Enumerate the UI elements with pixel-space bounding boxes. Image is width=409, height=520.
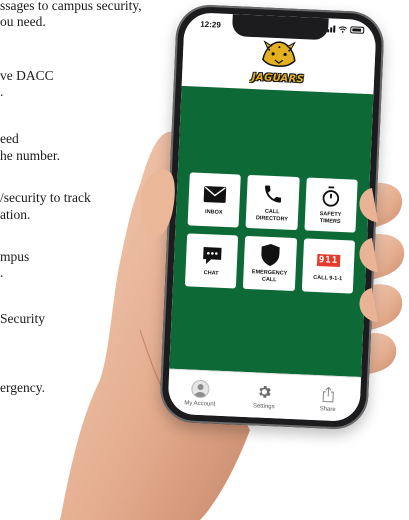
phone-frame: 12:29 JAGUARS INBOX CALL DIRECTORY SAFET… bbox=[158, 3, 386, 431]
tab-label: My Account bbox=[184, 399, 216, 408]
chat-button[interactable]: CHAT bbox=[184, 233, 239, 289]
call-911-button[interactable]: 911 CALL 9-1-1 bbox=[301, 238, 356, 294]
tab-settings[interactable]: Settings bbox=[239, 381, 290, 410]
chat-bubble-icon bbox=[198, 244, 225, 267]
phone-icon bbox=[260, 183, 287, 206]
phone-notch bbox=[231, 14, 329, 41]
911-digits: 911 bbox=[316, 254, 341, 268]
inbox-button[interactable]: INBOX bbox=[187, 172, 242, 228]
safety-timers-button[interactable]: SAFETY TIMERS bbox=[304, 177, 358, 233]
tab-share[interactable]: Share bbox=[303, 384, 354, 413]
status-icons bbox=[324, 25, 365, 34]
safety-timers-label: SAFETY TIMERS bbox=[319, 211, 342, 225]
security-badge-icon bbox=[257, 244, 284, 267]
tab-my-account[interactable]: My Account bbox=[175, 378, 226, 407]
tab-label: Share bbox=[319, 405, 336, 413]
tab-label: Settings bbox=[252, 402, 275, 410]
911-icon: 911 bbox=[315, 249, 342, 272]
phone-screen: 12:29 JAGUARS INBOX CALL DIRECTORY SAFET… bbox=[167, 12, 377, 422]
call-directory-label: CALL DIRECTORY bbox=[255, 208, 289, 223]
avatar-icon bbox=[191, 379, 210, 398]
envelope-icon bbox=[201, 183, 228, 206]
tab-bar: My Account Settings Share bbox=[167, 368, 362, 422]
app-header: JAGUARS bbox=[181, 33, 376, 95]
emergency-call-button[interactable]: EMERGENCY CALL bbox=[243, 235, 297, 292]
wifi-icon bbox=[338, 26, 348, 33]
stopwatch-icon bbox=[318, 185, 345, 208]
battery-icon bbox=[350, 26, 365, 34]
status-time: 12:29 bbox=[200, 19, 221, 30]
call-911-label: CALL 9-1-1 bbox=[313, 275, 343, 283]
gear-icon bbox=[259, 385, 271, 398]
share-icon bbox=[322, 386, 334, 402]
chat-label: CHAT bbox=[203, 270, 219, 278]
inbox-label: INBOX bbox=[204, 209, 223, 217]
emergency-call-label: EMERGENCY CALL bbox=[251, 269, 288, 283]
logo-text: JAGUARS bbox=[251, 72, 305, 86]
tile-grid: INBOX CALL DIRECTORY SAFETY TIMERS CHAT bbox=[184, 172, 358, 294]
call-directory-button[interactable]: CALL DIRECTORY bbox=[245, 174, 300, 231]
